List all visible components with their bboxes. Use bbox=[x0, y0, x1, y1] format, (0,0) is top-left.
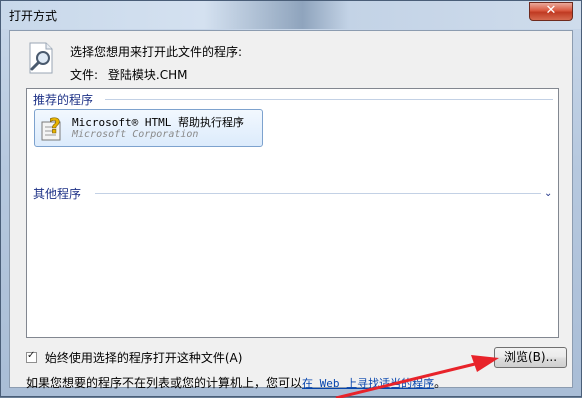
file-label: 文件: bbox=[70, 68, 99, 82]
file-info: 文件: 登陆模块.CHM bbox=[70, 66, 187, 83]
footer-suffix: 。 bbox=[434, 376, 447, 390]
footer-text: 如果您想要的程序不在列表或您的计算机上，您可以在 Web 上寻找适当的程序。 bbox=[26, 374, 446, 391]
group-divider bbox=[95, 193, 541, 194]
group-header-other[interactable]: 其他程序 bbox=[33, 185, 81, 202]
dialog-prompt: 选择您想用来打开此文件的程序: bbox=[70, 45, 243, 59]
group-divider bbox=[105, 99, 553, 100]
dialog-title: 打开方式 bbox=[9, 9, 58, 23]
group-header-recommended[interactable]: 推荐的程序 bbox=[33, 91, 93, 108]
always-use-row[interactable]: 始终使用选择的程序打开这种文件(A) bbox=[26, 349, 242, 366]
browse-button[interactable]: 浏览(B)... bbox=[494, 347, 567, 368]
chevron-down-icon[interactable]: ⌄ bbox=[544, 188, 554, 199]
file-name: 登陆模块.CHM bbox=[107, 68, 188, 82]
program-company: Microsoft Corporation bbox=[72, 129, 199, 140]
open-with-dialog: 打开方式 ✕ 选择您想用来打开此文件的程序: 文件: 登陆模块.CHM 推荐的程… bbox=[0, 0, 582, 398]
program-item-html-help[interactable]: ? Microsoft® HTML 帮助执行程序 Microsoft Corpo… bbox=[34, 109, 263, 147]
program-list[interactable]: 推荐的程序 ? Microsoft® HTML 帮助执行程序 Microsoft… bbox=[26, 88, 559, 338]
help-question-icon: ? bbox=[41, 114, 61, 141]
web-search-link[interactable]: 在 Web 上寻找适当的程序 bbox=[302, 377, 434, 390]
close-button[interactable]: ✕ bbox=[529, 2, 573, 21]
footer-message: 如果您想要的程序不在列表或您的计算机上，您可以 bbox=[26, 376, 303, 390]
file-search-icon bbox=[29, 42, 53, 74]
dialog-body: 选择您想用来打开此文件的程序: 文件: 登陆模块.CHM 推荐的程序 ? Mic… bbox=[9, 30, 573, 391]
program-name: Microsoft® HTML 帮助执行程序 bbox=[72, 116, 244, 129]
title-bar[interactable]: 打开方式 ✕ bbox=[1, 1, 581, 29]
svg-text:?: ? bbox=[49, 114, 61, 138]
always-use-checkbox[interactable] bbox=[26, 350, 37, 363]
always-use-label[interactable]: 始终使用选择的程序打开这种文件(A) bbox=[45, 351, 243, 365]
